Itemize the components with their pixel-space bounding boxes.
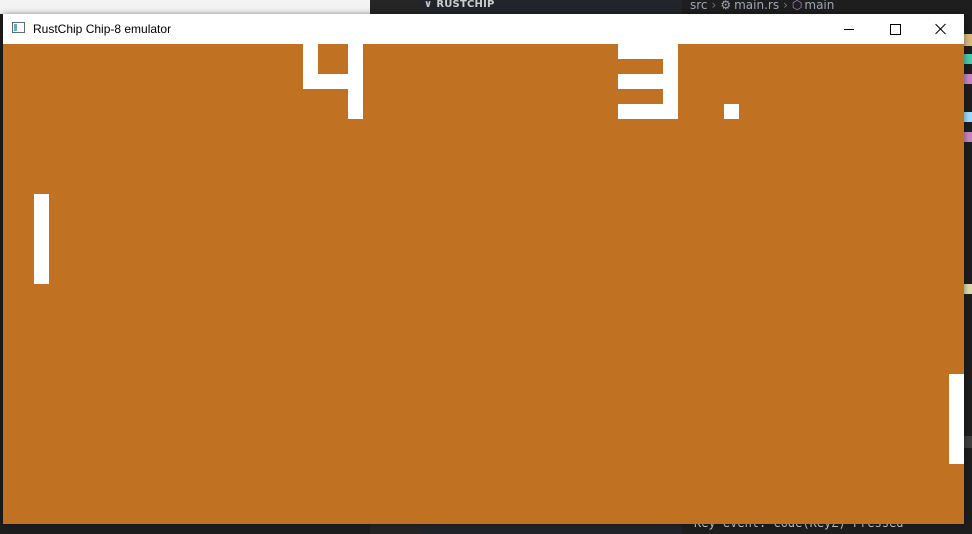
maximize-icon [889,23,901,35]
explorer-section-header[interactable]: ∨ RUSTCHIP [424,0,495,10]
window-titlebar[interactable]: RustChip Chip-8 emulator [3,14,964,44]
code-fragment [963,132,972,142]
minimize-button[interactable] [826,14,872,44]
app-window-icon [12,22,25,33]
rust-file-icon: ⚙ [720,0,732,12]
window-title: RustChip Chip-8 emulator [33,22,172,36]
code-fragment [963,284,972,294]
chevron-right-icon: › [783,0,788,12]
code-fragment [963,54,972,64]
explorer-title: RUSTCHIP [436,0,495,10]
chevron-right-icon: › [711,0,717,12]
emulator-window: RustChip Chip-8 emulator [3,14,964,524]
left-paddle [34,194,49,284]
code-fragment [963,34,972,46]
panel-divider [964,436,972,448]
maximize-button[interactable] [872,14,918,44]
close-icon [935,23,947,35]
background-desktop-strip [0,0,370,14]
breadcrumb-symbol[interactable]: main [804,0,834,12]
close-button[interactable] [918,14,964,44]
code-fragment [963,112,972,122]
pong-ball [724,104,739,119]
minimize-icon [844,28,854,30]
function-icon: ⬡ [791,0,803,12]
breadcrumb: src › ⚙ main.rs › ⬡ main [690,0,834,12]
breadcrumb-file[interactable]: main.rs [734,0,779,12]
chevron-down-icon: ∨ [424,0,433,10]
breadcrumb-folder[interactable]: src [690,0,708,12]
right-paddle [949,374,964,464]
chip8-display[interactable] [3,44,964,524]
code-fragment [963,74,972,84]
